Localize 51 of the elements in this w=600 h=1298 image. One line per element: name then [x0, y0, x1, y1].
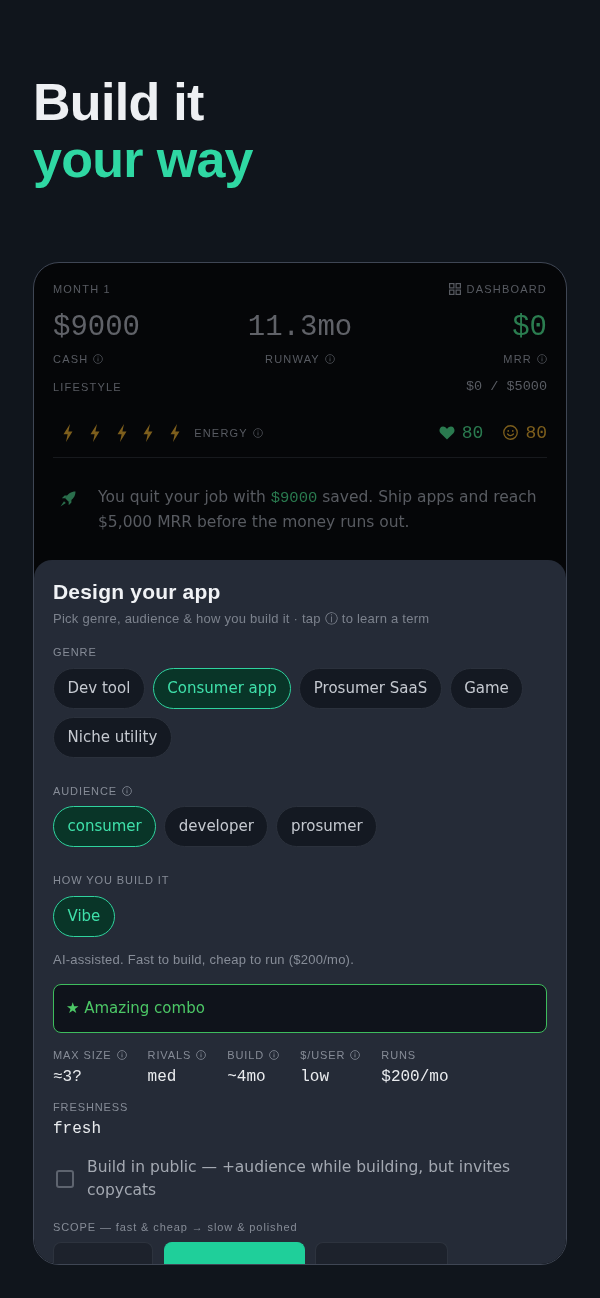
headline: Build it	[33, 74, 204, 131]
stat-label: $/USER	[300, 1048, 346, 1063]
choice-chip[interactable]: Consumer app	[152, 668, 292, 710]
stat-label: MAX SIZE	[53, 1048, 112, 1063]
intro-text: You quit your job with $9000 saved. Ship apps and reach $5,000 MRR before the money runs out.	[98, 487, 538, 534]
stat-label: BUILD	[227, 1048, 265, 1063]
choice-chip[interactable]: Dev tool	[53, 668, 145, 710]
stat-value: ~4mo	[227, 1067, 267, 1088]
stat-label: MRR	[503, 352, 532, 366]
combo-banner: ★ Amazing combo	[53, 983, 547, 1033]
grid-icon	[448, 283, 461, 295]
sheet-title: Design your app	[53, 579, 222, 606]
stat-label: CASH	[53, 352, 89, 366]
scope-option[interactable]	[53, 1242, 153, 1264]
choice-chip[interactable]: Niche utility	[53, 717, 172, 759]
stat-label: RUNS	[381, 1048, 417, 1063]
stat-label: RIVALS	[147, 1048, 192, 1063]
method-description: AI-assisted. Fast to build, cheap to run ($200/mo).	[53, 951, 356, 970]
month-label: MONTH 1	[53, 282, 111, 296]
checkbox-label: Build in public — +audience while building, but invites copycats	[87, 1156, 512, 1201]
section-label: GENRE	[53, 645, 97, 660]
sheet-subtitle: Pick genre, audience & how you build it · tap ⓘ to learn a term	[53, 610, 431, 629]
scope-option[interactable]	[163, 1242, 305, 1264]
lifestyle-value: $0 / $5000	[466, 380, 547, 395]
stat-value: low	[300, 1067, 330, 1088]
stat-label: FRESHNESS	[53, 1100, 129, 1115]
scope-option[interactable]	[315, 1242, 448, 1264]
section-label: HOW YOU BUILD IT	[53, 872, 170, 887]
stat-value: med	[147, 1067, 178, 1088]
choice-chip[interactable]: Game	[449, 668, 524, 710]
headline-accent: your way	[33, 131, 253, 188]
choice-chip[interactable]: Vibe	[53, 895, 115, 937]
stat-value: $0	[512, 311, 547, 345]
choice-chip[interactable]: prosumer	[276, 806, 378, 848]
stat-value: 11.3mo	[247, 311, 353, 345]
stat-value: ≈3?	[53, 1067, 83, 1088]
stat-value: fresh	[53, 1118, 102, 1139]
stat-value: $200/mo	[381, 1067, 449, 1088]
stat-value: $9000	[53, 311, 140, 345]
rocket-icon	[60, 490, 76, 507]
choice-chip[interactable]: consumer	[53, 806, 157, 848]
health-value: 80	[461, 421, 484, 445]
section-label: SCOPE — fast & cheap → slow & polished	[53, 1220, 298, 1235]
stat-label: RUNWAY	[265, 352, 320, 366]
choice-chip[interactable]: Prosumer SaaS	[299, 668, 442, 710]
lifestyle-label: LIFESTYLE	[53, 380, 122, 395]
checkbox[interactable]	[55, 1169, 74, 1188]
energy-label: ENERGY	[194, 425, 248, 440]
section-label: AUDIENCE	[53, 783, 118, 798]
mood-value: 80	[525, 421, 547, 445]
choice-chip[interactable]: developer	[164, 806, 269, 848]
